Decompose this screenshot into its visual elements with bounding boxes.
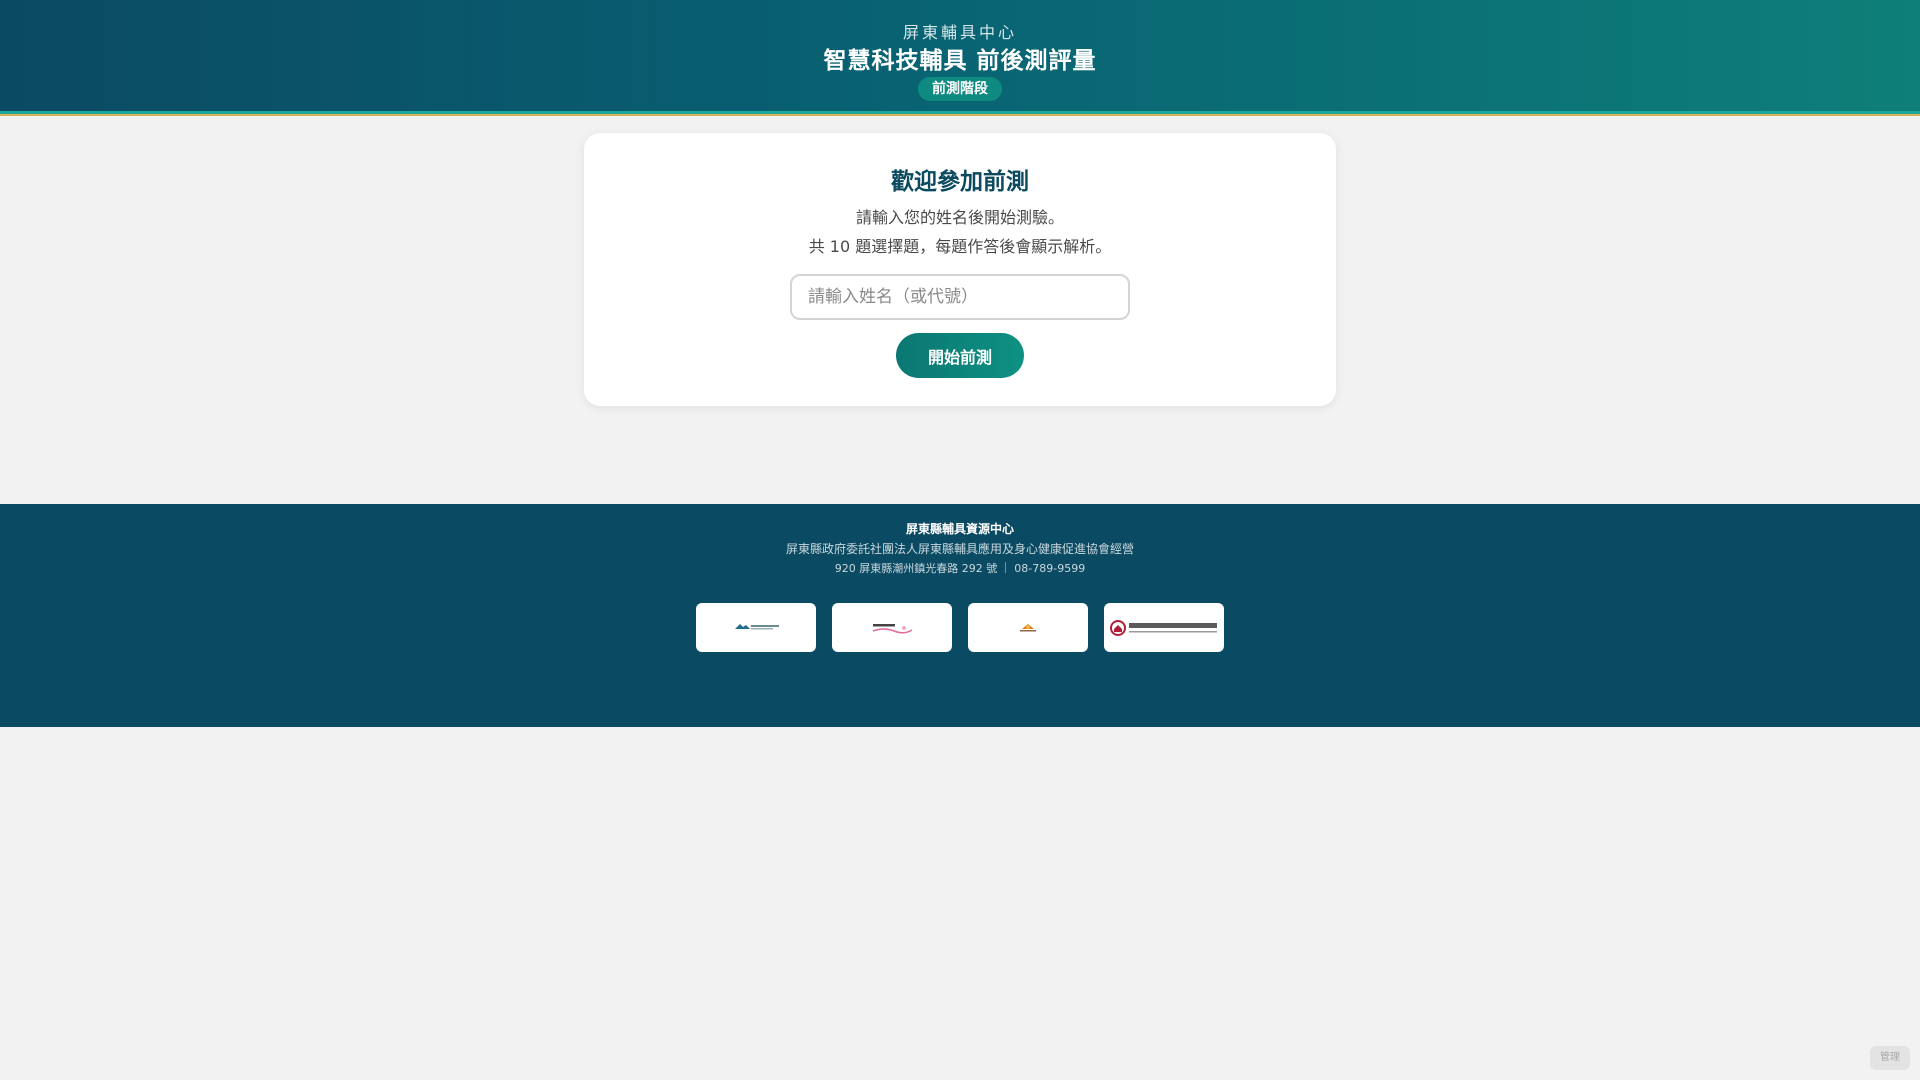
welcome-title: 歡迎參加前測	[891, 169, 1029, 195]
logo-mountain-icon	[735, 624, 779, 630]
footer-description: 屏東縣政府委託社團法人屏東縣輔具應用及身心健康促進協會經營	[785, 542, 1134, 556]
footer-contact: 920 屏東縣潮州鎮光春路 292 號 08-789-9599	[0, 560, 1920, 576]
name-input[interactable]	[790, 274, 1130, 320]
logo-ministry-icon	[1110, 620, 1217, 636]
page-header: 屏東輔具中心 智慧科技輔具 前後測評量 前測階段	[0, 0, 1920, 111]
admin-button[interactable]: 管理	[1870, 1046, 1910, 1070]
instruction-text: 請輸入您的姓名後開始測驗。	[855, 208, 1064, 227]
partner-logo-1[interactable]	[696, 603, 816, 652]
footer-org-name: 屏東縣輔具資源中心	[905, 522, 1014, 536]
footer-phone: 08-789-9599	[1014, 562, 1086, 575]
partner-logo-2[interactable]	[832, 603, 952, 652]
partner-logo-4[interactable]	[1104, 603, 1224, 652]
partner-logo-3[interactable]	[968, 603, 1088, 652]
quiz-info-text: 共 10 題選擇題，每題作答後會顯示解析。	[808, 237, 1112, 256]
logo-pink-icon	[872, 624, 913, 634]
welcome-card: 歡迎參加前測 請輸入您的姓名後開始測驗。 共 10 題選擇題，每題作答後會顯示解…	[584, 133, 1336, 406]
header-subtitle: 屏東輔具中心	[902, 23, 1017, 42]
footer-separator	[1005, 562, 1007, 573]
stage-badge: 前測階段	[918, 77, 1002, 101]
page-title: 智慧科技輔具 前後測評量	[823, 48, 1097, 74]
logo-sun-icon	[1020, 624, 1036, 632]
start-pretest-button[interactable]: 開始前測	[896, 333, 1024, 378]
footer-address: 920 屏東縣潮州鎮光春路 292 號	[834, 562, 998, 575]
header-divider-gold	[0, 114, 1920, 116]
page-footer: 屏東縣輔具資源中心 屏東縣政府委託社團法人屏東縣輔具應用及身心健康促進協會經營 …	[0, 504, 1920, 727]
